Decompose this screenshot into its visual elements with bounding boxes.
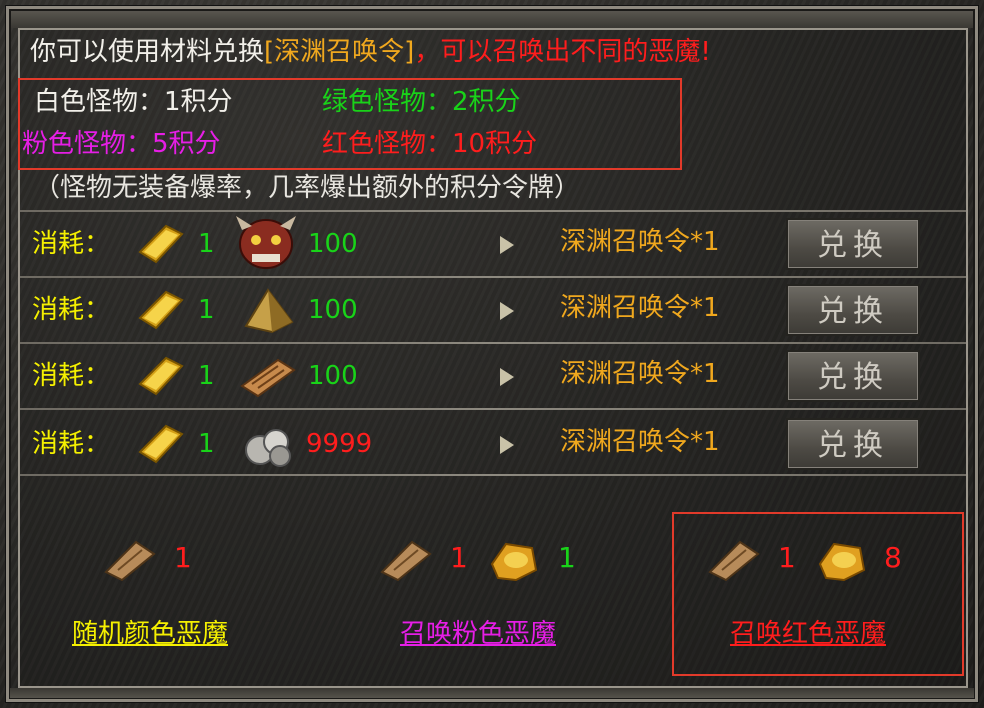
cost-label: 消耗： [32,295,111,325]
legend-green: 绿色怪物：2积分 [322,87,521,117]
token-qty: 1 [778,541,796,574]
arrow-icon [500,302,514,320]
exchange-button[interactable]: 兑换 [786,218,920,270]
demon-mask-icon [236,216,296,269]
summon-scroll-icon [104,540,156,582]
gold-bar-icon [138,424,184,464]
legend-white: 白色怪物：1积分 [34,87,233,117]
intro-suffix: ，可以召唤出不同的恶魔! [414,37,711,67]
intro-line: 你可以使用材料兑换[深渊召唤令]，可以召唤出不同的恶魔! [30,36,711,68]
result-item: 深渊召唤令*1 [560,427,720,457]
red-summon-highlight-box [672,512,964,676]
summon-red-link[interactable]: 召唤红色恶魔 [730,618,886,650]
exchange-button[interactable]: 兑换 [786,350,920,402]
arrow-icon [500,236,514,254]
summon-scroll-icon [708,540,760,582]
gold-qty: 1 [198,429,215,459]
material-qty: 100 [308,229,358,259]
divider [20,474,966,476]
divider [20,210,966,212]
gold-qty: 1 [198,295,215,325]
result-item: 深渊召唤令*1 [560,293,720,323]
exchange-button[interactable]: 兑换 [786,284,920,336]
result-item: 深渊召唤令*1 [560,227,720,257]
summon-random-link[interactable]: 随机颜色恶魔 [72,618,228,650]
arrow-icon [500,368,514,386]
legend-pink: 粉色怪物：5积分 [22,129,221,159]
cost-label: 消耗： [32,361,111,391]
legend-red: 红色怪物：10积分 [322,129,538,159]
exchange-button[interactable]: 兑换 [786,418,920,470]
silver-ore-icon [245,429,291,467]
token-qty: 1 [174,541,192,574]
points-token-icon [490,542,538,582]
material-qty: 9999 [306,429,373,459]
gold-qty: 1 [198,361,215,391]
material-qty: 100 [308,295,358,325]
cost-label: 消耗： [32,429,111,459]
summon-pink-link[interactable]: 召唤粉色恶魔 [400,618,556,650]
summon-scroll-icon [380,540,432,582]
arrow-icon [500,436,514,454]
result-item: 深渊召唤令*1 [560,359,720,389]
gold-bar-icon [138,290,184,330]
crystal-shard-icon [244,288,294,334]
intro-prefix: 你可以使用材料兑换 [30,37,265,67]
intro-item: [深渊召唤令] [264,37,415,67]
gold-bar-icon [138,224,184,264]
divider [20,342,966,344]
token-qty: 1 [450,541,468,574]
divider [20,408,966,410]
divider [20,276,966,278]
points-token-icon [818,542,866,582]
exchange-dialog: 你可以使用材料兑换[深渊召唤令]，可以召唤出不同的恶魔! 白色怪物：1积分 绿色… [0,0,984,708]
cost-label: 消耗： [32,229,111,259]
dialog-bottom-bar [10,688,974,698]
point-qty: 1 [558,541,576,574]
scroll-icon [240,358,296,398]
point-qty: 8 [884,541,902,574]
drop-note: （怪物无装备爆率，几率爆出额外的积分令牌） [34,173,581,203]
gold-bar-icon [138,356,184,396]
gold-qty: 1 [198,229,215,259]
material-qty: 100 [308,361,358,391]
